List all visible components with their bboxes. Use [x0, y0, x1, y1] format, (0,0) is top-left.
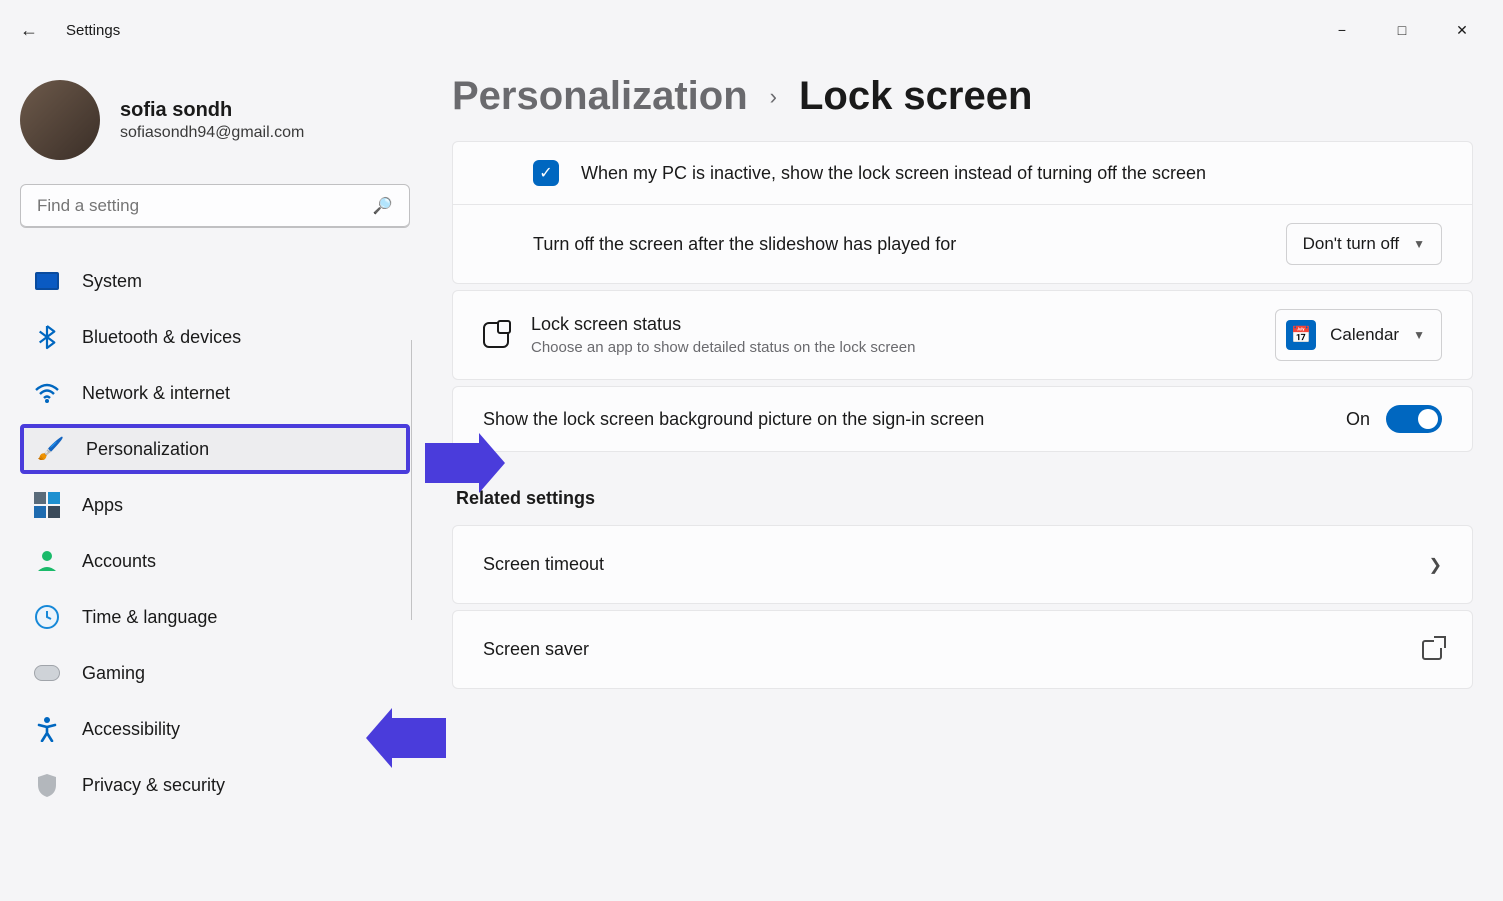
- nav-item-apps[interactable]: Apps: [20, 480, 410, 530]
- chevron-right-icon: ❯: [1429, 555, 1442, 575]
- breadcrumb-current: Lock screen: [799, 74, 1032, 119]
- turn-off-label: Turn off the screen after the slideshow …: [533, 234, 956, 255]
- search-input[interactable]: [37, 196, 373, 216]
- external-link-icon: [1422, 640, 1442, 660]
- person-icon: [34, 548, 60, 574]
- titlebar: ← Settings − □ ✕: [0, 0, 1503, 60]
- maximize-button[interactable]: □: [1379, 10, 1425, 50]
- toggle-state-label: On: [1346, 409, 1370, 430]
- nav-label: Accessibility: [82, 719, 180, 740]
- nav-item-bluetooth[interactable]: Bluetooth & devices: [20, 312, 410, 362]
- system-icon: [34, 268, 60, 294]
- lock-status-subtitle: Choose an app to show detailed status on…: [531, 339, 915, 356]
- related-settings-header: Related settings: [456, 488, 1473, 509]
- nav-label: Personalization: [86, 439, 209, 460]
- paintbrush-icon: 🖌️: [38, 436, 64, 462]
- user-name: sofia sondh: [120, 99, 304, 122]
- select-value: Calendar: [1330, 325, 1399, 345]
- select-value: Don't turn off: [1303, 234, 1400, 254]
- nav-label: Time & language: [82, 607, 217, 628]
- checkbox-checked-icon[interactable]: ✓: [533, 160, 559, 186]
- close-button[interactable]: ✕: [1439, 10, 1485, 50]
- nav-list: System Bluetooth & devices Network & int…: [20, 256, 410, 816]
- user-email: sofiasondh94@gmail.com: [120, 124, 304, 142]
- annotation-arrow-1: [425, 443, 481, 483]
- wifi-icon: [34, 380, 60, 406]
- nav-item-time[interactable]: Time & language: [20, 592, 410, 642]
- bluetooth-icon: [34, 324, 60, 350]
- nav-label: Apps: [82, 495, 123, 516]
- accessibility-icon: [34, 716, 60, 742]
- back-button[interactable]: ←: [20, 20, 38, 41]
- nav-item-gaming[interactable]: Gaming: [20, 648, 410, 698]
- nav-label: Bluetooth & devices: [82, 327, 241, 348]
- nav-label: Accounts: [82, 551, 156, 572]
- link-label: Screen timeout: [483, 554, 604, 575]
- user-account-row[interactable]: sofia sondh sofiasondh94@gmail.com: [20, 80, 410, 160]
- chevron-down-icon: ▼: [1413, 328, 1425, 342]
- nav-label: Privacy & security: [82, 775, 225, 796]
- minimize-button[interactable]: −: [1319, 10, 1365, 50]
- apps-icon: [34, 492, 60, 518]
- search-box[interactable]: 🔍: [20, 184, 410, 228]
- turn-off-row: Turn off the screen after the slideshow …: [453, 204, 1472, 283]
- lock-status-card[interactable]: Lock screen status Choose an app to show…: [452, 290, 1473, 380]
- status-icon: [483, 322, 509, 348]
- nav-label: System: [82, 271, 142, 292]
- nav-item-privacy[interactable]: Privacy & security: [20, 760, 410, 810]
- screen-timeout-link[interactable]: Screen timeout ❯: [452, 525, 1473, 604]
- sidebar-scroll-indicator: [411, 340, 412, 620]
- nav-item-accessibility[interactable]: Accessibility: [20, 704, 410, 754]
- annotation-arrow-2: [390, 718, 446, 758]
- turn-off-select[interactable]: Don't turn off ▼: [1286, 223, 1442, 265]
- nav-item-system[interactable]: System: [20, 256, 410, 306]
- signin-bg-toggle[interactable]: [1386, 405, 1442, 433]
- calendar-icon: 📅: [1286, 320, 1316, 350]
- slideshow-options-card: ✓ When my PC is inactive, show the lock …: [452, 141, 1473, 284]
- link-label: Screen saver: [483, 639, 589, 660]
- chevron-down-icon: ▼: [1413, 237, 1425, 251]
- nav-item-network[interactable]: Network & internet: [20, 368, 410, 418]
- signin-bg-card[interactable]: Show the lock screen background picture …: [452, 386, 1473, 452]
- nav-item-personalization[interactable]: 🖌️ Personalization: [20, 424, 410, 474]
- screen-saver-link[interactable]: Screen saver: [452, 610, 1473, 689]
- clock-icon: [34, 604, 60, 630]
- search-icon: 🔍: [373, 196, 393, 216]
- app-title: Settings: [66, 22, 120, 39]
- nav-label: Network & internet: [82, 383, 230, 404]
- checkbox-label: When my PC is inactive, show the lock sc…: [581, 163, 1206, 184]
- gamepad-icon: [34, 660, 60, 686]
- lock-status-title: Lock screen status: [531, 314, 681, 334]
- chevron-right-icon: ›: [770, 84, 777, 110]
- signin-bg-label: Show the lock screen background picture …: [483, 409, 984, 430]
- shield-icon: [34, 772, 60, 798]
- nav-item-accounts[interactable]: Accounts: [20, 536, 410, 586]
- avatar: [20, 80, 100, 160]
- status-app-select[interactable]: 📅 Calendar ▼: [1275, 309, 1442, 361]
- breadcrumb: Personalization › Lock screen: [452, 74, 1473, 119]
- content-area: Personalization › Lock screen ✓ When my …: [420, 60, 1503, 901]
- nav-label: Gaming: [82, 663, 145, 684]
- inactive-checkbox-row[interactable]: ✓ When my PC is inactive, show the lock …: [453, 142, 1472, 204]
- sidebar: sofia sondh sofiasondh94@gmail.com 🔍 Sys…: [0, 60, 420, 901]
- breadcrumb-parent[interactable]: Personalization: [452, 74, 748, 119]
- window-controls: − □ ✕: [1319, 10, 1485, 50]
